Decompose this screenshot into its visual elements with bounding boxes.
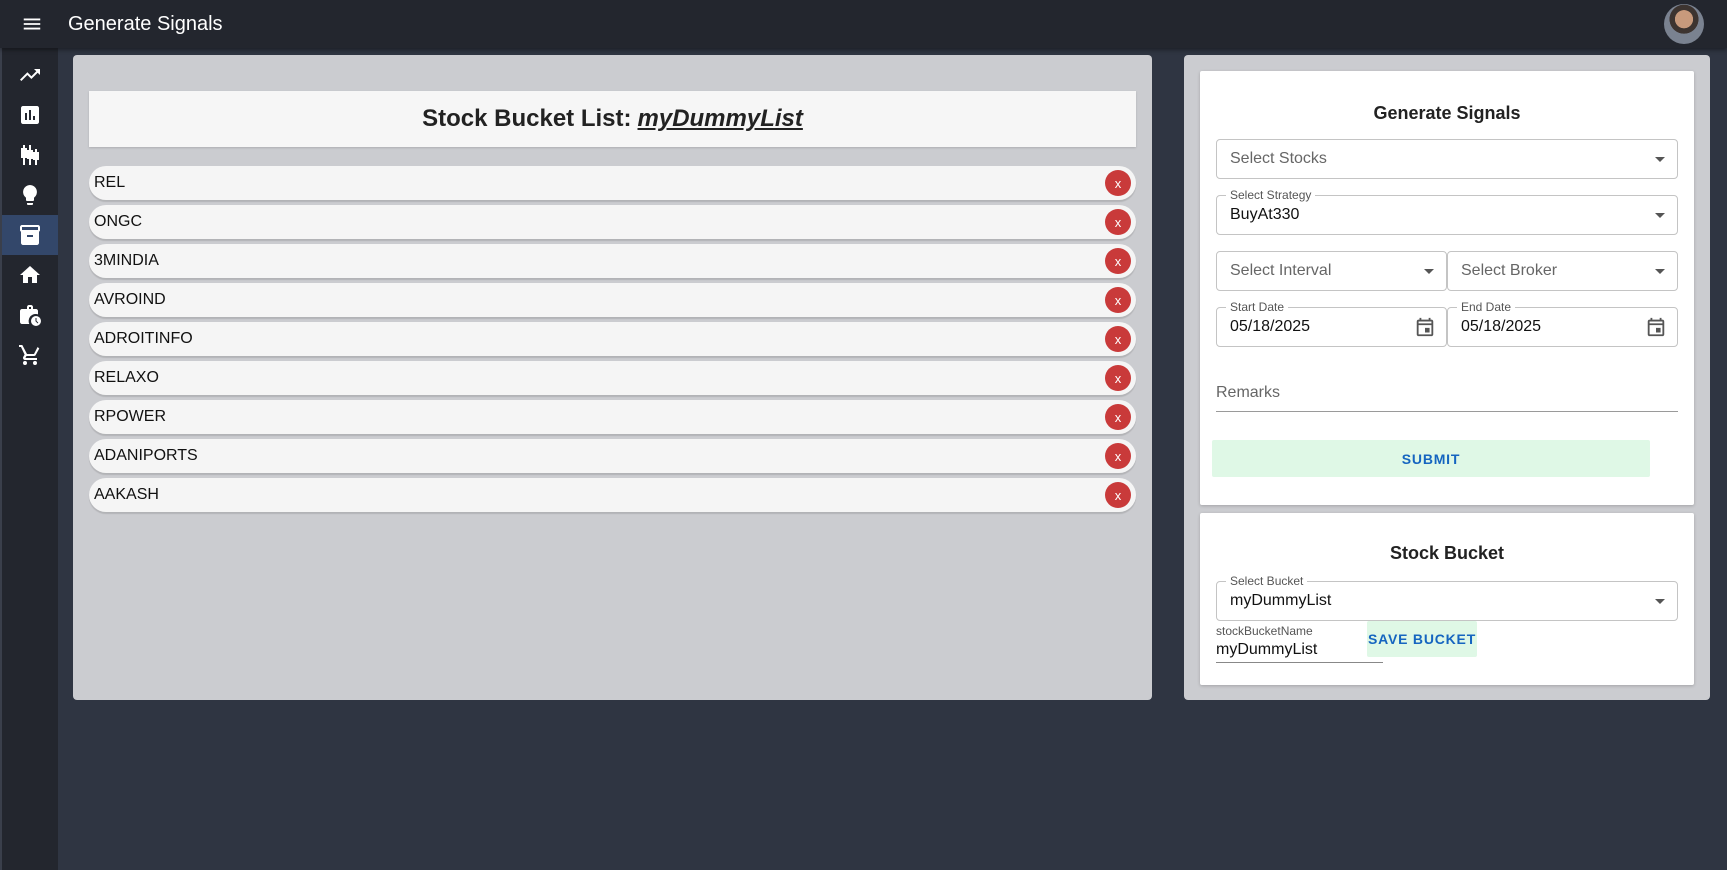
remove-stock-button[interactable]: x (1105, 482, 1131, 508)
sidebar-item-buckets[interactable] (2, 215, 58, 255)
bucket-name-input[interactable]: myDummyList (1216, 633, 1383, 663)
sidebar-item-ideas[interactable] (2, 175, 58, 215)
user-avatar[interactable] (1664, 4, 1704, 44)
candlestick-icon (21, 145, 39, 165)
calendar-icon[interactable] (1414, 316, 1436, 338)
remove-stock-button[interactable]: x (1105, 248, 1131, 274)
stock-list-item: RPOWER x (89, 400, 1136, 434)
dropdown-arrow-icon (1655, 269, 1665, 274)
sidebar-item-home[interactable] (2, 255, 58, 295)
dropdown-arrow-icon (1655, 213, 1665, 218)
stock-list-item: AAKASH x (89, 478, 1136, 512)
lightbulb-icon (23, 185, 37, 205)
select-stocks-dropdown[interactable]: Select Stocks (1216, 139, 1678, 179)
end-date-field[interactable]: End Date 05/18/2025 (1447, 300, 1678, 347)
select-broker-dropdown[interactable]: Select Broker (1447, 251, 1678, 291)
start-date-field[interactable]: Start Date 05/18/2025 (1216, 300, 1447, 347)
sidebar-item-portfolio[interactable] (2, 295, 58, 335)
stock-bucket-card: Stock Bucket Select Bucket myDummyList s… (1200, 513, 1694, 685)
stock-name: RPOWER (94, 408, 166, 425)
dropdown-arrow-icon (1424, 269, 1434, 274)
remove-stock-button[interactable]: x (1105, 209, 1131, 235)
generate-signals-card: Generate Signals Select Stocks Select St… (1200, 71, 1694, 505)
remove-stock-button[interactable]: x (1105, 287, 1131, 313)
bucket-list-panel: Stock Bucket List: myDummyList REL x ONGC x… (73, 55, 1152, 700)
stock-list-item: AVROIND x (89, 283, 1136, 317)
remarks-placeholder: Remarks (1216, 384, 1281, 401)
select-bucket-label: Select Bucket (1226, 574, 1308, 588)
sidebar-item-candlestick[interactable] (2, 135, 58, 175)
stock-name: ADANIPORTS (94, 447, 198, 464)
trending-up-icon (20, 69, 40, 81)
remarks-field[interactable]: Remarks (1216, 384, 1678, 412)
sidebar (0, 48, 58, 870)
remove-stock-button[interactable]: x (1105, 326, 1131, 352)
end-date-value: 05/18/2025 (1461, 318, 1542, 335)
remove-stock-button[interactable]: x (1105, 170, 1131, 196)
select-strategy-dropdown[interactable]: Select Strategy BuyAt330 (1216, 188, 1678, 235)
sidebar-item-trending[interactable] (2, 55, 58, 95)
bucket-list-header: Stock Bucket List: myDummyList (89, 91, 1136, 147)
select-broker-placeholder: Select Broker (1461, 262, 1558, 279)
select-stocks-placeholder: Select Stocks (1230, 150, 1327, 167)
stock-name: AVROIND (94, 291, 166, 308)
remove-stock-button[interactable]: x (1105, 365, 1131, 391)
control-panel: Generate Signals Select Stocks Select St… (1184, 55, 1710, 700)
stock-bucket-title: Stock Bucket (1389, 543, 1505, 563)
stock-list-item: REL x (89, 166, 1136, 200)
menu-icon (23, 18, 41, 30)
stock-name: ADROITINFO (94, 330, 193, 347)
stock-name: 3MINDIA (94, 252, 159, 269)
menu-button[interactable] (0, 0, 64, 48)
stock-list-item: RELAXO x (89, 361, 1136, 395)
select-bucket-dropdown[interactable]: Select Bucket myDummyList (1216, 574, 1678, 621)
archive-icon (20, 225, 40, 245)
work-history-icon (20, 305, 41, 326)
stock-name: RELAXO (94, 369, 159, 386)
stock-list-item: ONGC x (89, 205, 1136, 239)
stock-name: REL (94, 174, 126, 191)
stock-name: AAKASH (94, 486, 159, 503)
end-date-label: End Date (1457, 300, 1516, 314)
stock-list-item: ADANIPORTS x (89, 439, 1136, 473)
bucket-list-title: Stock Bucket List: (422, 105, 632, 132)
app-bar: Generate Signals (0, 0, 1727, 48)
remove-stock-button[interactable]: x (1105, 443, 1131, 469)
select-strategy-value: BuyAt330 (1230, 206, 1300, 223)
generate-signals-title: Generate Signals (1373, 103, 1521, 123)
stock-list: REL x ONGC x 3MINDIA x AVROIND x ADROITINFO x RELA… (89, 166, 1136, 517)
save-bucket-button[interactable]: SAVE BUCKET (1367, 621, 1477, 657)
select-interval-placeholder: Select Interval (1230, 262, 1332, 279)
select-bucket-value: myDummyList (1230, 592, 1332, 609)
analytics-icon (21, 106, 39, 124)
app-title: Generate Signals (68, 12, 223, 35)
dropdown-arrow-icon (1655, 157, 1665, 162)
home-icon (20, 266, 40, 283)
stock-name: ONGC (94, 213, 142, 230)
remove-stock-button[interactable]: x (1105, 404, 1131, 430)
sidebar-item-cart[interactable] (2, 335, 58, 375)
start-date-label: Start Date (1226, 300, 1289, 314)
cart-icon (19, 345, 40, 365)
stock-list-item: ADROITINFO x (89, 322, 1136, 356)
start-date-value: 05/18/2025 (1230, 318, 1311, 335)
dropdown-arrow-icon (1655, 599, 1665, 604)
select-strategy-label: Select Strategy (1226, 188, 1316, 202)
select-interval-dropdown[interactable]: Select Interval (1216, 251, 1447, 291)
calendar-icon[interactable] (1645, 316, 1667, 338)
bucket-list-name: myDummyList (637, 105, 803, 132)
stock-list-item: 3MINDIA x (89, 244, 1136, 278)
submit-button[interactable]: SUBMIT (1212, 440, 1650, 477)
sidebar-item-analytics[interactable] (2, 95, 58, 135)
